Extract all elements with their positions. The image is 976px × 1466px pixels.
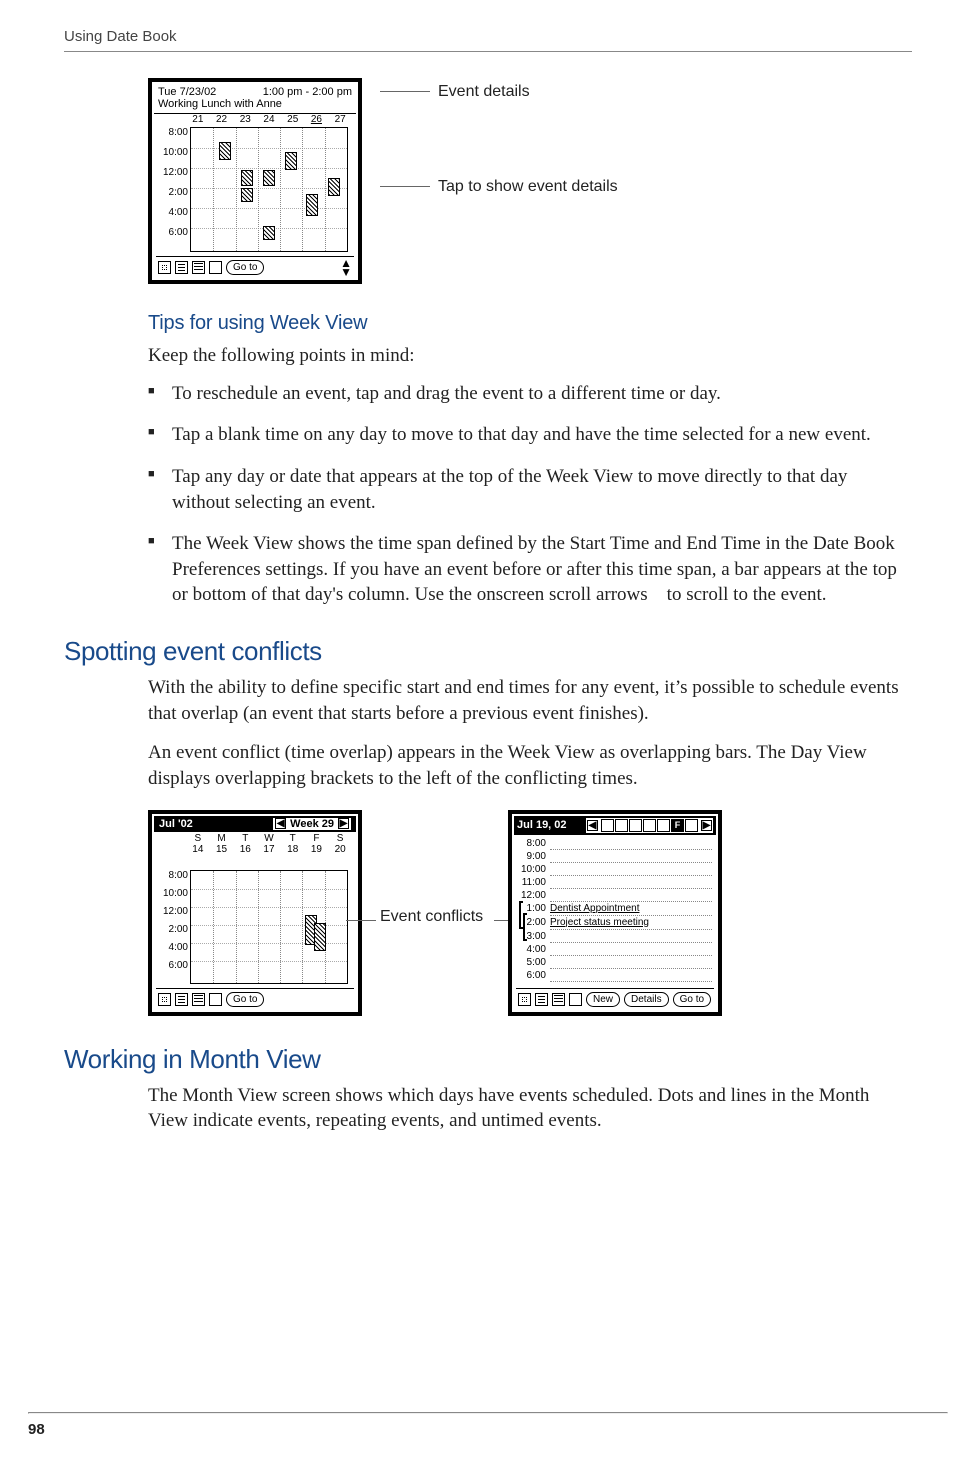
callout-tap-show: Tap to show event details <box>380 177 618 196</box>
palm-week-view: Tue 7/23/02 1:00 pm - 2:00 pm Working Lu… <box>148 78 362 284</box>
month-view-icon[interactable] <box>192 993 205 1006</box>
event-block[interactable] <box>263 170 275 186</box>
heading-tips: Tips for using Week View <box>148 312 900 335</box>
event-block-conflict[interactable] <box>314 923 326 951</box>
prev-icon[interactable]: ◀ <box>587 820 598 831</box>
event-block[interactable] <box>306 194 318 216</box>
tip-item: Tap a blank time on any day to move to t… <box>148 422 900 448</box>
conflicts-para-2: An event conflict (time overlap) appears… <box>148 740 900 791</box>
palm-week-conflict: Jul '02 ◀ Week 29 ▶ S M T W T <box>148 810 362 1016</box>
palm-day-conflict: Jul 19, 02 ◀ SM TW TF S ▶ <box>508 810 722 1016</box>
goto-button[interactable]: Go to <box>226 992 264 1007</box>
new-button[interactable]: New <box>586 992 620 1007</box>
footer-rule <box>28 1412 948 1414</box>
callout-event-details: Event details <box>380 82 618 101</box>
tip-item: The Week View shows the time span define… <box>148 531 900 608</box>
event-block[interactable] <box>263 226 275 240</box>
event-block[interactable] <box>241 170 253 186</box>
event-project-status[interactable]: Project status meeting <box>550 916 712 930</box>
event-block[interactable] <box>328 178 340 196</box>
heading-conflicts: Spotting event conflicts <box>64 636 900 667</box>
day-view-icon[interactable] <box>158 261 171 274</box>
week-label: Week 29 <box>290 818 334 830</box>
week-view-icon[interactable] <box>175 993 188 1006</box>
conflicts-para-1: With the ability to define specific star… <box>148 675 900 726</box>
agenda-view-icon[interactable] <box>209 261 222 274</box>
details-button[interactable]: Details <box>624 992 669 1007</box>
prev-week-icon[interactable]: ◀ <box>275 818 286 829</box>
tips-list: To reschedule an event, tap and drag the… <box>148 381 900 608</box>
event-block[interactable] <box>285 152 297 170</box>
figure-conflicts: Jul '02 ◀ Week 29 ▶ S M T W T <box>148 810 900 1016</box>
goto-button[interactable]: Go to <box>226 260 264 275</box>
event-dentist[interactable]: Dentist Appointment <box>550 902 712 916</box>
callout-event-conflicts: Event conflicts <box>380 810 490 926</box>
agenda-view-icon[interactable] <box>569 993 582 1006</box>
page-number: 98 <box>28 1421 45 1438</box>
next-week-icon[interactable]: ▶ <box>338 818 349 829</box>
palm-footer: Go to ▲▼ <box>156 256 354 276</box>
tip-item: Tap any day or date that appears at the … <box>148 464 900 515</box>
day-view-icon[interactable] <box>158 993 171 1006</box>
week-view-icon[interactable] <box>535 993 548 1006</box>
month-view-icon[interactable] <box>192 261 205 274</box>
time-axis: 8:00 10:00 12:00 2:00 4:00 6:00 <box>156 127 190 252</box>
tip-item: To reschedule an event, tap and drag the… <box>148 381 900 407</box>
month-view-para: The Month View screen shows which days h… <box>148 1083 900 1134</box>
time-axis: 8:00 10:00 12:00 2:00 4:00 6:00 <box>156 870 190 984</box>
event-block[interactable] <box>241 188 253 202</box>
day-number-row: 21 22 23 24 25 26 27 <box>154 114 356 125</box>
event-time-range: 1:00 pm - 2:00 pm <box>263 86 352 98</box>
goto-button[interactable]: Go to <box>673 992 711 1007</box>
month-label: Jul '02 <box>159 818 193 830</box>
scroll-arrows-icon[interactable]: ▲▼ <box>340 259 352 277</box>
event-title: Working Lunch with Anne <box>154 98 356 114</box>
week-view-icon[interactable] <box>175 261 188 274</box>
header-rule <box>64 51 912 52</box>
agenda-view-icon[interactable] <box>209 993 222 1006</box>
figure-week-detail: Tue 7/23/02 1:00 pm - 2:00 pm Working Lu… <box>148 78 900 284</box>
week-grid[interactable] <box>190 870 348 984</box>
heading-month-view: Working in Month View <box>64 1044 900 1075</box>
day-view-icon[interactable] <box>518 993 531 1006</box>
day-picker[interactable]: SM TW TF S <box>601 819 698 832</box>
day-date-label: Jul 19, 02 <box>517 819 567 831</box>
next-icon[interactable]: ▶ <box>701 820 712 831</box>
tips-intro: Keep the following points in mind: <box>148 343 900 369</box>
week-grid[interactable] <box>190 127 348 252</box>
month-view-icon[interactable] <box>552 993 565 1006</box>
event-date: Tue 7/23/02 <box>158 86 216 98</box>
running-header: Using Date Book <box>64 28 912 45</box>
event-block[interactable] <box>219 142 231 160</box>
